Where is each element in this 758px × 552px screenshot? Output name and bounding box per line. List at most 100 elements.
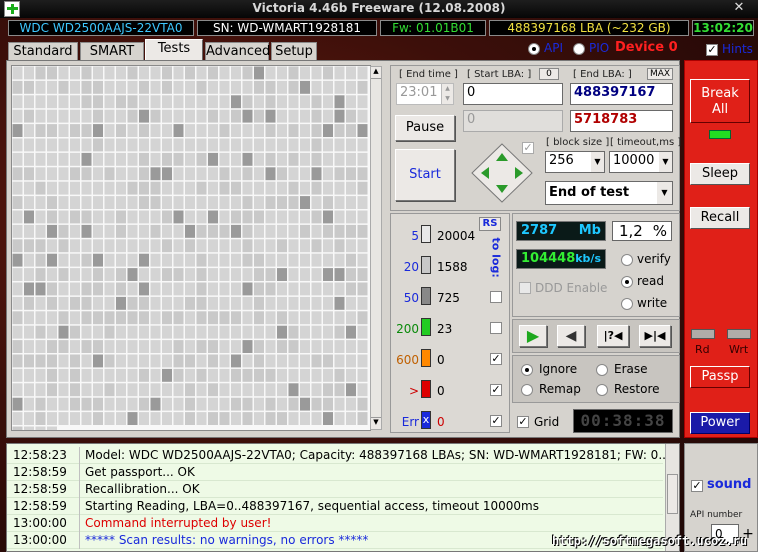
verify-radio[interactable] — [621, 254, 633, 266]
to-log-checkbox[interactable]: ✓ — [490, 353, 502, 365]
end-action-select[interactable]: End of test — [545, 181, 673, 205]
tab-tests[interactable]: Tests — [145, 39, 203, 60]
pause-button[interactable]: Pause — [395, 115, 455, 141]
end-action-dropdown-icon[interactable]: ▼ — [657, 182, 672, 204]
tab-standard[interactable]: Standard — [8, 42, 78, 60]
restore-radio[interactable] — [596, 384, 608, 396]
timeout-dropdown-icon[interactable]: ▼ — [659, 152, 672, 172]
scan-block — [219, 325, 230, 339]
scan-block — [357, 95, 368, 109]
scan-block — [196, 124, 207, 137]
scan-block — [242, 109, 253, 123]
scan-block — [116, 253, 126, 267]
play-forward-icon[interactable]: ▶ — [519, 325, 547, 347]
power-button[interactable]: Power — [690, 412, 750, 434]
scan-block — [357, 311, 368, 325]
scan-block — [346, 383, 356, 397]
scan-block — [196, 138, 207, 152]
scan-block — [150, 397, 161, 411]
erase-radio[interactable] — [596, 364, 608, 376]
scan-block — [254, 224, 264, 238]
end-time-spinner[interactable]: ▲ ▼ — [441, 84, 453, 104]
read-radio[interactable] — [621, 276, 633, 288]
play-backward-icon[interactable]: ◀ — [557, 325, 585, 347]
scan-block — [127, 311, 138, 325]
grid-scrollbar[interactable]: ▲ ▼ — [370, 66, 382, 430]
scan-block — [81, 296, 92, 310]
sleep-button[interactable]: Sleep — [690, 163, 750, 185]
scan-block — [70, 124, 80, 137]
scan-block — [277, 124, 287, 137]
stat-count: 0 — [437, 353, 445, 367]
scan-block — [311, 412, 322, 425]
scan-block — [104, 210, 115, 224]
scan-block — [139, 95, 149, 109]
random-seek-icon[interactable]: |?◀ — [597, 325, 629, 347]
scan-block — [47, 268, 57, 281]
api-radio[interactable] — [528, 43, 540, 55]
scan-block — [288, 152, 299, 166]
scan-block — [219, 340, 230, 353]
scan-block — [139, 138, 149, 152]
break-all-button[interactable]: Break All — [690, 79, 750, 123]
scan-block — [254, 368, 264, 382]
scan-block — [208, 325, 218, 339]
stat-label: > — [408, 384, 419, 398]
scan-block — [81, 340, 92, 353]
scan-block — [288, 95, 299, 109]
remap-radio[interactable] — [521, 384, 533, 396]
tab-advanced[interactable]: Advanced — [205, 42, 270, 60]
hints-checkbox[interactable]: ✓ — [706, 44, 718, 56]
scan-block — [185, 167, 195, 181]
grid-checkbox[interactable]: ✓ — [517, 416, 529, 428]
block-size-dropdown-icon[interactable]: ▼ — [591, 152, 604, 172]
butterfly-icon[interactable]: ▶|◀ — [639, 325, 671, 347]
to-log-checkbox[interactable]: ✓ — [490, 415, 502, 427]
scan-block — [12, 383, 23, 397]
close-icon[interactable]: ✕ — [720, 0, 758, 17]
scan-block — [35, 66, 46, 80]
start-lba-reset[interactable]: 0 — [539, 68, 559, 80]
start-button[interactable]: Start — [395, 149, 455, 201]
scan-block — [150, 124, 161, 137]
to-log-checkbox[interactable] — [490, 322, 502, 334]
scan-block — [277, 311, 287, 325]
scan-block — [254, 253, 264, 267]
ignore-radio[interactable] — [521, 364, 533, 376]
scroll-down-icon[interactable]: ▼ — [371, 417, 381, 429]
write-radio[interactable] — [621, 298, 633, 310]
scan-block — [116, 95, 126, 109]
rs-button[interactable]: RS — [479, 217, 501, 231]
scan-block — [288, 239, 299, 253]
scan-block — [242, 124, 253, 137]
log-scroll-thumb[interactable] — [667, 474, 678, 514]
recall-button[interactable]: Recall — [690, 207, 750, 229]
sound-checkbox[interactable]: ✓ — [691, 480, 703, 492]
to-log-checkbox[interactable] — [490, 291, 502, 303]
scan-block — [35, 167, 46, 181]
mb-unit: Mb — [578, 223, 601, 238]
direction-pad[interactable] — [469, 141, 535, 205]
scan-block — [81, 138, 92, 152]
pio-radio[interactable] — [573, 43, 585, 55]
scroll-up-icon[interactable]: ▲ — [371, 67, 381, 79]
scan-block — [81, 368, 92, 382]
stat-label: 50 — [403, 291, 419, 305]
scan-block — [173, 152, 184, 166]
start-lba-field[interactable]: 0 — [463, 83, 563, 105]
passp-button[interactable]: Passp — [690, 366, 750, 388]
tab-smart[interactable]: SMART — [80, 42, 144, 60]
scan-block — [288, 109, 299, 123]
stat-color-swatch — [421, 225, 431, 243]
tab-setup[interactable]: Setup — [271, 42, 317, 60]
scan-block — [81, 196, 92, 209]
scan-block — [185, 311, 195, 325]
scan-block — [35, 152, 46, 166]
scan-block — [58, 66, 69, 80]
end-lba-field[interactable]: 488397167 — [570, 83, 673, 105]
scan-block — [24, 167, 34, 181]
end-lba-max[interactable]: MAX — [647, 68, 673, 80]
to-log-checkbox[interactable]: ✓ — [490, 384, 502, 396]
scan-block — [93, 354, 103, 368]
ddd-checkbox[interactable] — [519, 282, 531, 294]
